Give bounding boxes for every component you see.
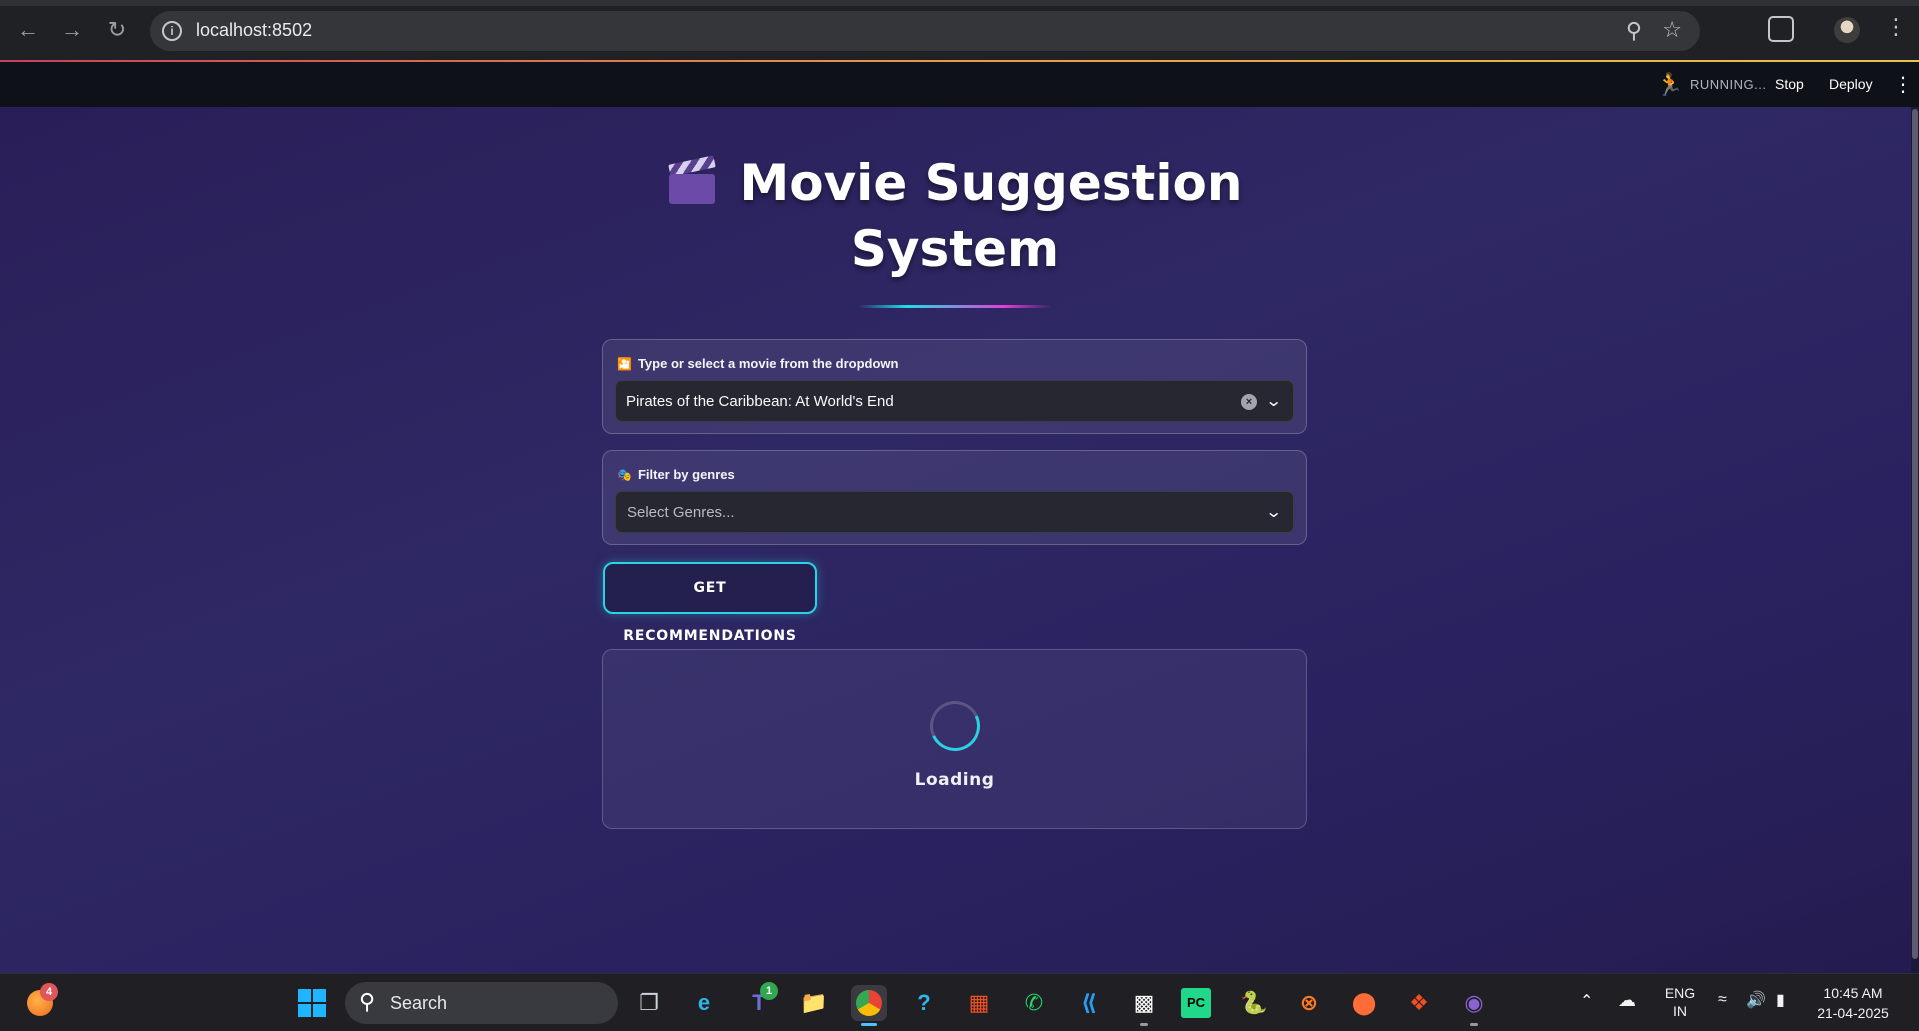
task-view-icon[interactable]: ❐: [631, 985, 667, 1021]
github-desktop-icon[interactable]: ◉: [1456, 985, 1492, 1021]
theater-masks-icon: 🎭: [617, 468, 632, 482]
genre-filter-card: 🎭 Filter by genres Select Genres... ⌄: [602, 450, 1307, 545]
microsoft-store-icon[interactable]: ▦: [961, 985, 997, 1021]
forward-icon[interactable]: →: [58, 16, 86, 44]
postman-icon[interactable]: ⬤: [1346, 985, 1382, 1021]
stop-button[interactable]: Stop: [1775, 76, 1804, 92]
movie-select-label: 🎦 Type or select a movie from the dropdow…: [617, 356, 899, 371]
running-man-icon: 🏃: [1656, 72, 1684, 97]
clock-time: 10:45 AM: [1823, 985, 1883, 1001]
deploy-button[interactable]: Deploy: [1829, 76, 1873, 92]
tab-strip: [0, 0, 1919, 6]
windows-start-icon[interactable]: [294, 985, 330, 1021]
genre-multiselect[interactable]: Select Genres... ⌄: [615, 491, 1294, 533]
url-text[interactable]: localhost:8502: [196, 20, 312, 41]
language-code: ENG: [1664, 985, 1696, 1001]
get-recommendations-button[interactable]: GET RECOMMENDATIONS: [603, 562, 817, 644]
edge-icon[interactable]: e: [686, 985, 722, 1021]
title-line-1: Movie Suggestion: [739, 154, 1243, 212]
teams-badge: 1: [760, 982, 778, 1000]
clear-icon[interactable]: ×: [1241, 394, 1257, 410]
loading-panel: Loading: [602, 649, 1307, 829]
title-underline: [858, 305, 1052, 308]
reload-icon[interactable]: ↻: [103, 16, 131, 44]
scrollbar-thumb[interactable]: [1912, 109, 1918, 959]
title-line-2: System: [850, 220, 1060, 278]
bookmark-star-icon[interactable]: ☆: [1662, 17, 1682, 43]
terminal-app-icon[interactable]: ▩: [1126, 985, 1162, 1021]
zoom-icon[interactable]: ⚲: [1626, 18, 1642, 44]
page-scrollbar[interactable]: [1911, 107, 1919, 973]
address-bar[interactable]: i localhost:8502 ⚲ ☆: [150, 11, 1700, 51]
loading-spinner: [922, 693, 988, 759]
taskbar-search[interactable]: ⚲ Search: [345, 982, 618, 1024]
running-status: RUNNING...: [1690, 77, 1767, 92]
xampp-icon[interactable]: ⊗: [1291, 985, 1327, 1021]
back-icon[interactable]: ←: [14, 16, 42, 44]
clapper-board-icon: [667, 155, 717, 204]
wifi-icon[interactable]: ≈: [1718, 991, 1727, 1009]
genre-filter-label: 🎭 Filter by genres: [617, 467, 735, 482]
python-icon[interactable]: 🐍: [1236, 985, 1272, 1021]
page-title: Movie Suggestion System: [560, 150, 1350, 282]
tray-chevron-up-icon[interactable]: ⌃: [1580, 991, 1593, 1011]
movie-select-card: 🎦 Type or select a movie from the dropdow…: [602, 339, 1307, 434]
browser-menu-icon[interactable]: ⋮: [1885, 14, 1907, 40]
cloud-offline-icon[interactable]: ☁: [1618, 990, 1636, 1011]
volume-icon[interactable]: 🔊: [1746, 990, 1766, 1010]
search-icon: ⚲: [359, 989, 376, 1014]
browser-chrome: ← → ↻ i localhost:8502 ⚲ ☆ ⋮: [0, 0, 1919, 62]
movie-select[interactable]: Pirates of the Caribbean: At World's End…: [615, 380, 1294, 422]
taskbar-search-label: Search: [390, 993, 448, 1013]
film-icon: 🎦: [617, 357, 632, 371]
movie-select-value[interactable]: Pirates of the Caribbean: At World's End: [626, 393, 894, 410]
language-indicator[interactable]: ENG IN: [1660, 984, 1700, 1020]
genre-select-placeholder[interactable]: Select Genres...: [627, 504, 735, 521]
figma-icon[interactable]: ❖: [1401, 985, 1437, 1021]
site-info-icon[interactable]: i: [162, 21, 182, 41]
pycharm-icon[interactable]: PC: [1181, 988, 1211, 1018]
running-app-indicator: [1140, 1023, 1148, 1026]
chevron-down-icon[interactable]: ⌄: [1265, 391, 1282, 411]
notification-badge: 4: [40, 983, 58, 1001]
main-menu-icon[interactable]: ⋮: [1893, 72, 1913, 97]
clock-date: 21-04-2025: [1817, 1005, 1889, 1021]
chevron-down-icon[interactable]: ⌄: [1265, 502, 1282, 522]
language-region: IN: [1673, 1003, 1687, 1019]
battery-icon[interactable]: ▮: [1776, 990, 1785, 1010]
clock[interactable]: 10:45 AM 21-04-2025: [1808, 983, 1898, 1023]
loading-text: Loading: [914, 770, 995, 790]
file-explorer-icon[interactable]: 📁: [796, 985, 832, 1021]
running-app-indicator: [1470, 1023, 1478, 1026]
active-app-indicator: [861, 1023, 877, 1026]
streamlit-toolbar: 🏃 RUNNING... Stop Deploy ⋮: [0, 62, 1919, 107]
whatsapp-icon[interactable]: ✆: [1016, 985, 1052, 1021]
taskbar: 4 ⚲ Search ❐ e T 1 📁 ? ▦ ✆ ⟪ ▩ PC 🐍 ⊗ ⬤ …: [0, 973, 1919, 1031]
app-main: Movie Suggestion System 🎦 Type or select …: [0, 107, 1919, 973]
vscode-icon[interactable]: ⟪: [1071, 985, 1107, 1021]
profile-avatar[interactable]: [1834, 17, 1860, 43]
get-help-icon[interactable]: ?: [906, 985, 942, 1021]
chrome-icon[interactable]: [851, 985, 887, 1021]
extensions-icon[interactable]: [1768, 16, 1794, 42]
